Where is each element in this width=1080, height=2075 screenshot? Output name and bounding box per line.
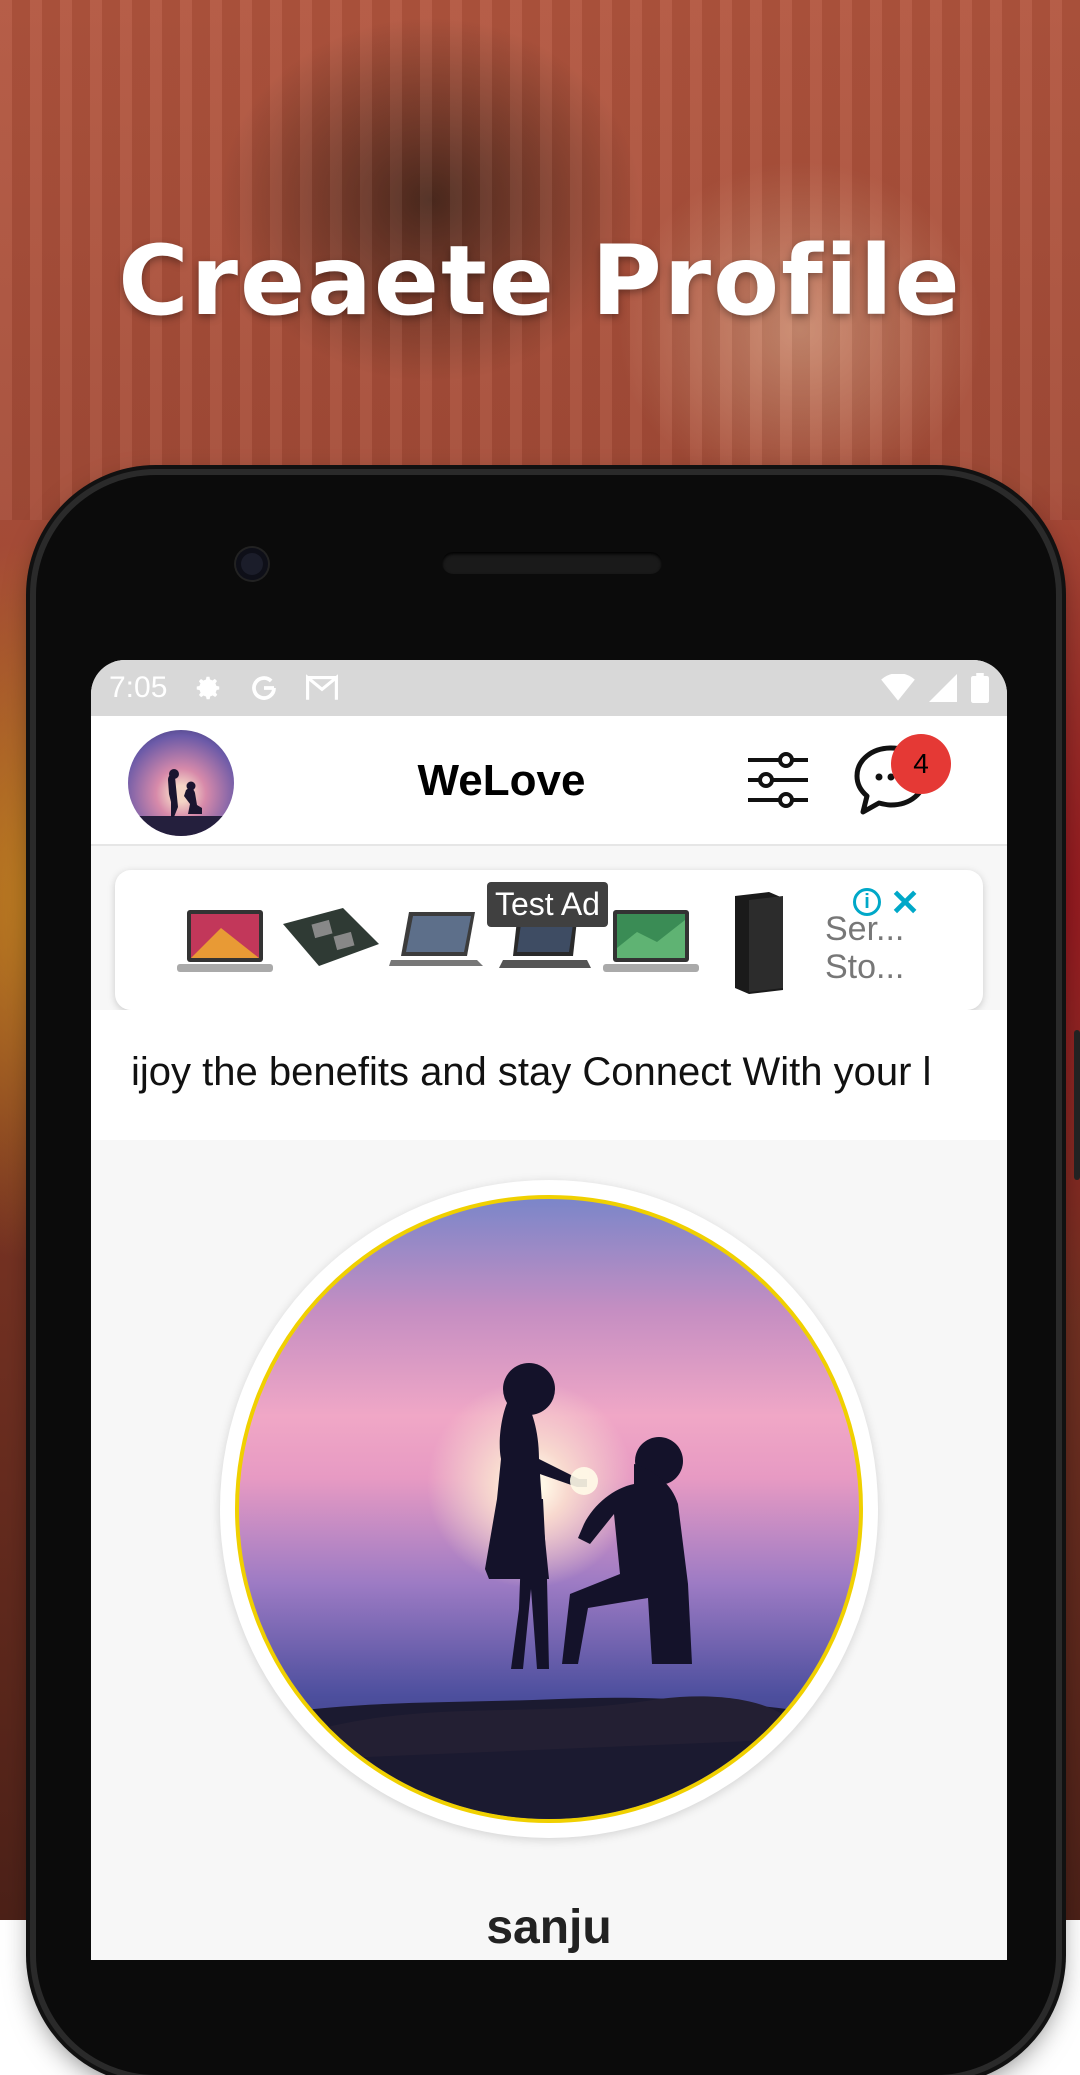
ad-text: Ser... Sto... xyxy=(825,910,904,986)
signal-icon xyxy=(929,674,957,702)
chat-unread-badge: 4 xyxy=(891,734,951,794)
ad-text-line: Ser... xyxy=(825,910,905,948)
earpiece-speaker xyxy=(442,552,662,574)
ad-text-line: Sto... xyxy=(825,948,905,986)
status-time: 7:05 xyxy=(109,671,168,704)
filter-sliders-icon[interactable] xyxy=(746,748,810,812)
phone-screen: 7:05 WeLove 4 Test Ad i ✕ Ser... Sto... … xyxy=(91,660,1007,1960)
gmail-icon xyxy=(306,674,339,700)
test-ad-label: Test Ad xyxy=(487,882,608,927)
motherboard-image xyxy=(283,908,379,966)
laptop-image xyxy=(603,910,699,972)
phone-side-button xyxy=(1074,1030,1080,1180)
laptop-image xyxy=(177,910,273,972)
promo-headline: Creaete Profile xyxy=(118,225,962,337)
profile-photo xyxy=(235,1195,863,1823)
wifi-icon xyxy=(881,674,915,701)
front-camera xyxy=(236,548,268,580)
marquee-banner: ijoy the benefits and stay Connect With … xyxy=(91,1010,1007,1140)
marquee-text: ijoy the benefits and stay Connect With … xyxy=(131,1050,932,1094)
profile-photo-frame[interactable] xyxy=(220,1180,878,1838)
desktop-tower-image xyxy=(735,892,783,994)
battery-icon xyxy=(971,673,989,703)
status-bar: 7:05 xyxy=(91,660,1007,716)
laptop-image xyxy=(389,912,483,966)
app-bar: WeLove 4 xyxy=(91,716,1007,846)
proposal-silhouette-image xyxy=(239,1363,859,1819)
google-icon xyxy=(252,676,277,700)
profile-name: sanju xyxy=(486,1901,612,1954)
settings-icon xyxy=(197,676,220,700)
ad-banner[interactable]: Test Ad i ✕ Ser... Sto... xyxy=(115,870,983,1010)
